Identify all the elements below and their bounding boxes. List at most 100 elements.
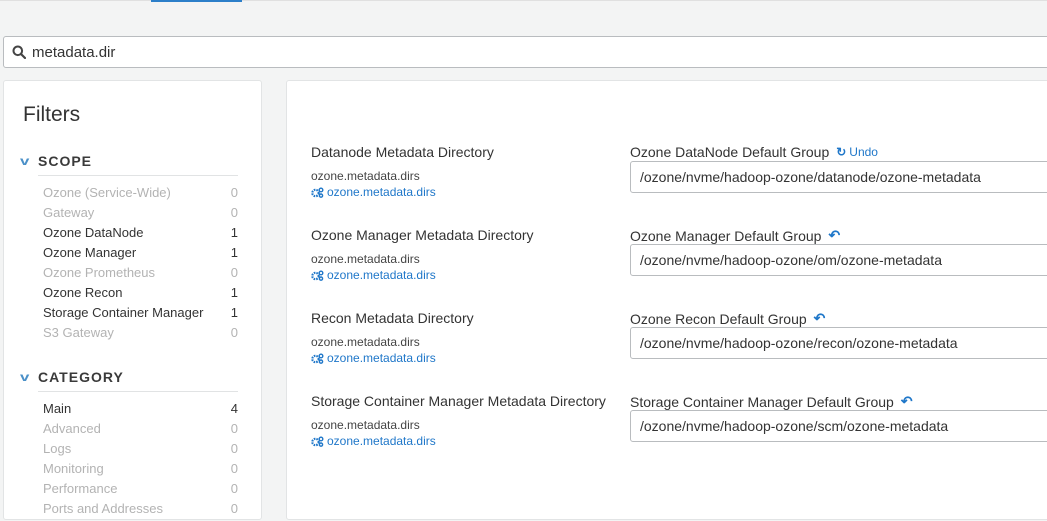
filter-item[interactable]: Main 4 [23,401,238,421]
config-group: Storage Container Manager Default Group ↶ [630,393,913,410]
config-link[interactable]: ozone.metadata.dirs [311,434,436,448]
category-header[interactable]: v CATEGORY [20,367,238,387]
filter-label: Ozone (Service-Wide) [43,185,171,200]
config-link-label: ozone.metadata.dirs [327,185,436,199]
filters-title: Filters [23,103,81,126]
config-value-text: /ozone/nvme/hadoop-ozone/recon/ozone-met… [640,335,958,351]
config-value-input[interactable]: /ozone/nvme/hadoop-ozone/om/ozone-metada… [630,244,1047,276]
filter-count: 4 [230,401,238,416]
chevron-down-icon: v [20,154,31,168]
filter-count: 0 [230,441,238,456]
filter-count: 0 [230,481,238,496]
filter-label: Logs [43,441,72,456]
scope-section: v SCOPE Ozone (Service-Wide) 0 Gateway 0 Ozon… [20,151,238,345]
filter-label: Ozone DataNode [43,225,144,240]
config-value-input[interactable]: /ozone/nvme/hadoop-ozone/scm/ozone-metad… [630,410,1047,442]
config-value-input[interactable]: /ozone/nvme/hadoop-ozone/datanode/ozone-… [630,161,1047,193]
filter-item[interactable]: S3 Gateway 0 [23,325,238,345]
config-key: ozone.metadata.dirs [311,335,420,349]
filter-label: Ports and Addresses [43,501,163,516]
filter-label: Performance [43,481,118,496]
config-group: Ozone DataNode Default Group ↻ Undo [630,144,878,160]
filter-item[interactable]: Logs 0 [23,441,238,461]
filter-count: 0 [230,421,238,436]
config-link-label: ozone.metadata.dirs [327,268,436,282]
active-tab-indicator [151,0,242,2]
config-link-label: ozone.metadata.dirs [327,434,436,448]
search-box[interactable]: metadata.dir [3,36,1047,68]
filter-count: 1 [230,245,238,260]
filter-count: 0 [230,325,238,340]
config-key: ozone.metadata.dirs [311,169,420,183]
filter-item[interactable]: Ozone (Service-Wide) 0 [23,185,238,205]
group-label: Storage Container Manager Default Group [630,393,894,410]
filter-item[interactable]: Advanced 0 [23,421,238,441]
undo-label: Undo [849,145,878,159]
config-link[interactable]: ozone.metadata.dirs [311,185,436,199]
category-section: v CATEGORY Main 4 Advanced 0 Logs 0 Monitoring 0… [20,367,238,521]
filter-count: 0 [230,461,238,476]
filter-count: 0 [230,501,238,516]
filter-count: 0 [230,205,238,220]
revert-icon[interactable]: ↶ [814,310,826,327]
config-title: Recon Metadata Directory [311,310,474,326]
config-group: Ozone Recon Default Group ↶ [630,310,825,327]
filter-item[interactable]: Ozone Recon 1 [23,285,238,305]
filter-item[interactable]: Ozone Manager 1 [23,245,238,265]
config-list: Datanode Metadata Directory ozone.metada… [286,80,1047,520]
config-key: ozone.metadata.dirs [311,418,420,432]
gears-icon [311,270,324,281]
filter-item[interactable]: Ozone DataNode 1 [23,225,238,245]
filters-panel: Filters v SCOPE Ozone (Service-Wide) 0 Gate… [3,80,262,520]
scope-header[interactable]: v SCOPE [20,151,238,171]
filter-label: Advanced [43,421,101,436]
filter-item[interactable]: Performance 0 [23,481,238,501]
filter-item[interactable]: Ports and Addresses 0 [23,501,238,521]
revert-icon[interactable]: ↶ [828,227,840,244]
category-label: CATEGORY [38,369,124,385]
filter-label: Storage Container Manager [43,305,204,320]
filter-item[interactable]: Ozone Prometheus 0 [23,265,238,285]
group-label: Ozone DataNode Default Group [630,144,830,160]
config-link-label: ozone.metadata.dirs [327,351,436,365]
divider [38,175,238,176]
filter-label: Ozone Manager [43,245,137,260]
group-label: Ozone Manager Default Group [630,227,822,244]
config-link[interactable]: ozone.metadata.dirs [311,268,436,282]
config-value-text: /ozone/nvme/hadoop-ozone/scm/ozone-metad… [640,418,949,434]
filter-item[interactable]: Monitoring 0 [23,461,238,481]
filter-label: S3 Gateway [43,325,114,340]
filter-item[interactable]: Gateway 0 [23,205,238,225]
filter-label: Gateway [43,205,95,220]
config-value-text: /ozone/nvme/hadoop-ozone/om/ozone-metada… [640,252,942,268]
filter-item[interactable]: Storage Container Manager 1 [23,305,238,325]
chevron-down-icon: v [20,370,31,384]
search-icon [12,45,26,59]
undo-button[interactable]: ↻ Undo [836,145,878,159]
filter-label: Main [43,401,72,416]
undo-icon: ↻ [836,145,847,159]
config-link[interactable]: ozone.metadata.dirs [311,351,436,365]
group-label: Ozone Recon Default Group [630,310,807,327]
filter-count: 0 [230,265,238,280]
revert-icon[interactable]: ↶ [901,393,913,410]
scope-label: SCOPE [38,153,93,169]
filter-count: 1 [230,225,238,240]
gears-icon [311,187,324,198]
filter-label: Ozone Prometheus [43,265,156,280]
config-value-text: /ozone/nvme/hadoop-ozone/datanode/ozone-… [640,169,981,185]
search-input[interactable]: metadata.dir [32,44,115,61]
config-title: Datanode Metadata Directory [311,144,494,160]
config-group: Ozone Manager Default Group ↶ [630,227,840,244]
filter-count: 1 [230,305,238,320]
config-value-input[interactable]: /ozone/nvme/hadoop-ozone/recon/ozone-met… [630,327,1047,359]
filter-count: 0 [230,185,238,200]
filter-count: 1 [230,285,238,300]
gears-icon [311,436,324,447]
config-title: Storage Container Manager Metadata Direc… [311,393,606,409]
filter-label: Ozone Recon [43,285,123,300]
filter-label: Monitoring [43,461,104,476]
config-title: Ozone Manager Metadata Directory [311,227,534,243]
divider [38,391,238,392]
config-key: ozone.metadata.dirs [311,252,420,266]
